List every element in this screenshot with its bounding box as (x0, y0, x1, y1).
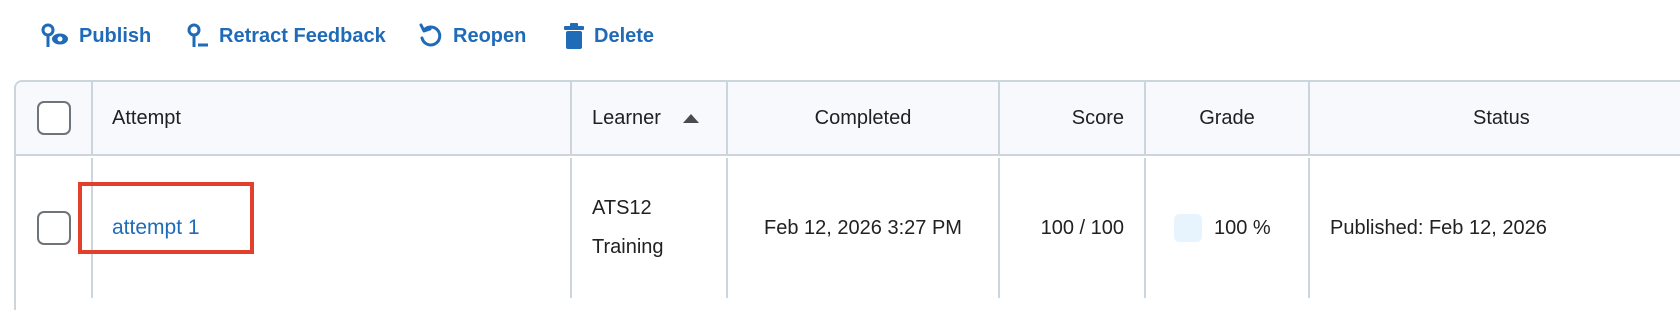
header-learner-label: Learner (592, 106, 661, 129)
header-score-label: Score (1071, 106, 1124, 129)
table-row: attempt 1 ATS12 Training Feb 12, 2026 3:… (16, 158, 1680, 298)
header-score[interactable]: Score (1000, 82, 1146, 154)
row-checkbox[interactable] (36, 211, 71, 245)
learner-name-line1: ATS12 (592, 197, 652, 219)
select-all-cell (16, 82, 93, 154)
select-all-checkbox[interactable] (36, 101, 71, 135)
header-attempt-label: Attempt (112, 106, 181, 129)
reopen-label: Reopen (453, 24, 527, 47)
retract-feedback-label: Retract Feedback (219, 24, 386, 47)
publish-label: Publish (79, 24, 152, 47)
learner-name-line2: Training (592, 236, 664, 258)
header-status-label: Status (1473, 106, 1530, 129)
header-completed-label: Completed (814, 106, 912, 129)
header-status[interactable]: Status (1310, 82, 1680, 154)
retract-icon (186, 22, 210, 50)
delete-label: Delete (594, 24, 655, 47)
header-grade[interactable]: Grade (1146, 82, 1310, 154)
header-completed[interactable]: Completed (728, 82, 1000, 154)
retract-feedback-button[interactable]: Retract Feedback (186, 18, 386, 54)
toolbar: Publish Retract Feedback Reopen Delete (0, 0, 1680, 72)
publish-button[interactable]: Publish (40, 18, 151, 54)
table-header-row: Attempt Learner Completed Score Grade St… (16, 82, 1680, 156)
grade-cell: 100 % (1146, 158, 1310, 298)
sort-ascending-icon (682, 113, 699, 123)
header-learner[interactable]: Learner (572, 82, 728, 154)
attempts-table: Attempt Learner Completed Score Grade St… (14, 80, 1680, 310)
score-value: 100 / 100 (1040, 216, 1124, 239)
completed-cell: Feb 12, 2026 3:27 PM (728, 158, 1000, 298)
attempt-highlight-box (78, 182, 254, 254)
trash-icon (563, 22, 585, 50)
reopen-button[interactable]: Reopen (418, 18, 526, 54)
status-text: Published: Feb 12, 2026 (1330, 216, 1547, 239)
learner-cell: ATS12 Training (572, 158, 728, 298)
status-cell: Published: Feb 12, 2026 (1310, 158, 1680, 298)
completed-date: Feb 12, 2026 3:27 PM (764, 216, 962, 239)
header-grade-label: Grade (1199, 106, 1255, 129)
reopen-icon (418, 22, 444, 50)
score-cell: 100 / 100 (1000, 158, 1146, 298)
grade-color-swatch (1174, 214, 1202, 242)
delete-button[interactable]: Delete (563, 18, 654, 54)
grade-value: 100 % (1214, 216, 1271, 239)
publish-icon (40, 22, 70, 50)
header-attempt: Attempt (93, 82, 572, 154)
